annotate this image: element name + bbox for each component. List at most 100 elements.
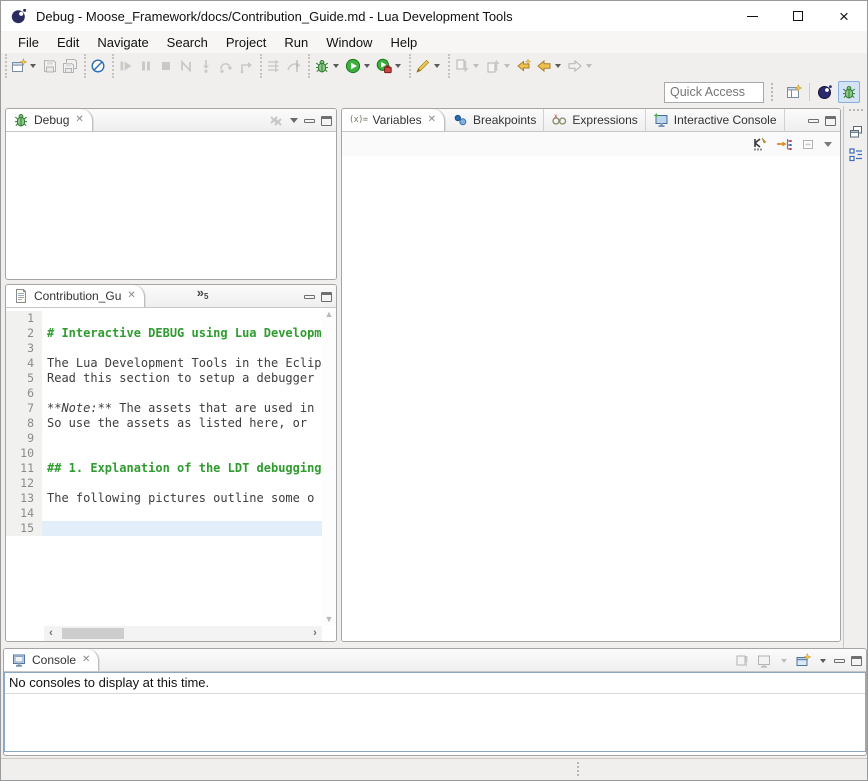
hidden-editors-chevron[interactable]: »5 [193, 285, 213, 307]
editor-line-5[interactable]: 5Read this section to setup a debugger [6, 371, 322, 386]
back-dropdown-icon[interactable] [555, 64, 561, 68]
variables-view-menu-icon[interactable] [824, 142, 832, 147]
back-button[interactable] [534, 56, 565, 76]
menu-file[interactable]: File [9, 33, 48, 52]
forward-dropdown-icon[interactable] [586, 64, 592, 68]
save-button[interactable] [40, 56, 60, 76]
external-tools-dropdown-icon[interactable] [395, 64, 401, 68]
menu-help[interactable]: Help [381, 33, 426, 52]
editor-line-1[interactable]: 1 [6, 311, 322, 326]
restore-views-button[interactable] [848, 123, 864, 139]
disconnect-button[interactable] [176, 56, 196, 76]
editor-maximize-button[interactable] [321, 292, 332, 302]
editor-line-4[interactable]: 4The Lua Development Tools in the Eclips… [6, 356, 322, 371]
debug-perspective-button[interactable] [838, 81, 860, 103]
step-into-button[interactable] [196, 56, 216, 76]
close-window-button[interactable]: × [821, 1, 867, 31]
display-selected-console-icon[interactable] [756, 653, 772, 669]
previous-annotation-dropdown-icon[interactable] [504, 64, 510, 68]
open-console-dropdown-icon[interactable] [820, 659, 826, 663]
editor-vertical-scrollbar[interactable]: ▲ ▼ [322, 308, 336, 626]
tab-expressions[interactable]: xExpressions [544, 109, 645, 131]
maximize-window-button[interactable] [775, 1, 821, 31]
debug-dropdown-icon[interactable] [333, 64, 339, 68]
tab-editor-contribution-guide[interactable]: Contribution_Gu ✕ [6, 285, 145, 307]
next-annotation-button[interactable] [452, 56, 483, 76]
menu-navigate[interactable]: Navigate [88, 33, 157, 52]
tab-debug-close-icon[interactable]: ✕ [74, 114, 84, 126]
outline-view-button[interactable] [848, 147, 864, 163]
run-button[interactable] [343, 56, 374, 76]
trim-drag-handle[interactable] [849, 109, 863, 111]
collapse-all-icon[interactable] [800, 136, 816, 152]
editor-line-14[interactable]: 14 [6, 506, 322, 521]
scroll-right-icon[interactable]: › [308, 628, 322, 639]
last-edit-location-button[interactable] [514, 56, 534, 76]
tab-breakpoints[interactable]: Breakpoints [445, 109, 544, 131]
editor-horizontal-scrollbar[interactable]: ‹ › [44, 626, 322, 641]
run-dropdown-icon[interactable] [364, 64, 370, 68]
next-annotation-dropdown-icon[interactable] [473, 64, 479, 68]
variables-minimize-button[interactable] [808, 119, 819, 123]
open-perspective-button[interactable] [783, 81, 805, 103]
debug-maximize-button[interactable] [321, 116, 332, 126]
editor-line-2[interactable]: 2# Interactive DEBUG using Lua Developme… [6, 326, 322, 341]
resume-button[interactable] [116, 56, 136, 76]
editor-line-10[interactable]: 10 [6, 446, 322, 461]
editor-line-11[interactable]: 11## 1. Explanation of the LDT debugging [6, 461, 322, 476]
scroll-left-icon[interactable]: ‹ [44, 628, 58, 639]
scroll-up-icon[interactable]: ▲ [325, 310, 334, 319]
step-return-button[interactable] [236, 56, 256, 76]
forward-button[interactable] [565, 56, 596, 76]
new-wizard-button[interactable] [9, 56, 40, 76]
debug-minimize-button[interactable] [304, 119, 315, 123]
use-step-filters-button[interactable] [264, 56, 284, 76]
tab-interactive-console[interactable]: Interactive Console [646, 109, 785, 131]
menu-search[interactable]: Search [158, 33, 217, 52]
menu-run[interactable]: Run [275, 33, 317, 52]
skip-all-breakpoints-button[interactable] [88, 56, 108, 76]
new-wizard-dropdown-icon[interactable] [30, 64, 36, 68]
editor-minimize-button[interactable] [304, 295, 315, 299]
scrollbar-thumb[interactable] [62, 628, 124, 639]
tab-debug[interactable]: Debug ✕ [6, 109, 93, 131]
open-console-icon[interactable] [795, 653, 811, 669]
editor-line-8[interactable]: 8So use the assets as listed here, or [6, 416, 322, 431]
link-with-debug-icon[interactable] [776, 136, 792, 152]
editor-tab-close-icon[interactable]: ✕ [126, 290, 136, 302]
editor-line-12[interactable]: 12 [6, 476, 322, 491]
tab-close-icon[interactable]: ✕ [427, 114, 437, 126]
menu-edit[interactable]: Edit [48, 33, 88, 52]
console-minimize-button[interactable] [834, 659, 845, 663]
step-over-button[interactable] [216, 56, 236, 76]
tab-variables[interactable]: (x)=Variables✕ [342, 109, 445, 131]
editor-line-3[interactable]: 3 [6, 341, 322, 356]
menu-project[interactable]: Project [217, 33, 275, 52]
quick-access-input[interactable] [664, 82, 764, 103]
mark-occurrences-dropdown-icon[interactable] [434, 64, 440, 68]
debug-view-menu-icon[interactable] [290, 118, 298, 123]
pin-console-icon[interactable] [734, 653, 750, 669]
minimize-window-button[interactable] [729, 1, 775, 31]
editor-line-7[interactable]: 7**Note:** The assets that are used in [6, 401, 322, 416]
variables-maximize-button[interactable] [825, 116, 836, 126]
editor-line-9[interactable]: 9 [6, 431, 322, 446]
previous-annotation-button[interactable] [483, 56, 514, 76]
remove-all-terminated-icon[interactable] [268, 113, 284, 129]
editor-line-13[interactable]: 13The following pictures outline some o [6, 491, 322, 506]
lua-perspective-button[interactable] [814, 81, 836, 103]
console-tab-close-icon[interactable]: ✕ [81, 654, 91, 666]
external-tools-button[interactable] [374, 56, 405, 76]
display-selected-console-dropdown-icon[interactable] [781, 659, 787, 663]
suspend-button[interactable] [136, 56, 156, 76]
editor-line-15[interactable]: 15 [6, 521, 322, 536]
console-maximize-button[interactable] [851, 656, 862, 666]
show-logical-structure-icon[interactable] [752, 136, 768, 152]
editor-content[interactable]: 12# Interactive DEBUG using Lua Developm… [6, 308, 336, 641]
save-all-button[interactable] [60, 56, 80, 76]
debug-button[interactable] [312, 56, 343, 76]
step-into-selection-button[interactable] [284, 56, 304, 76]
tab-console[interactable]: Console ✕ [4, 649, 99, 671]
menu-window[interactable]: Window [317, 33, 381, 52]
scroll-down-icon[interactable]: ▼ [325, 615, 334, 624]
